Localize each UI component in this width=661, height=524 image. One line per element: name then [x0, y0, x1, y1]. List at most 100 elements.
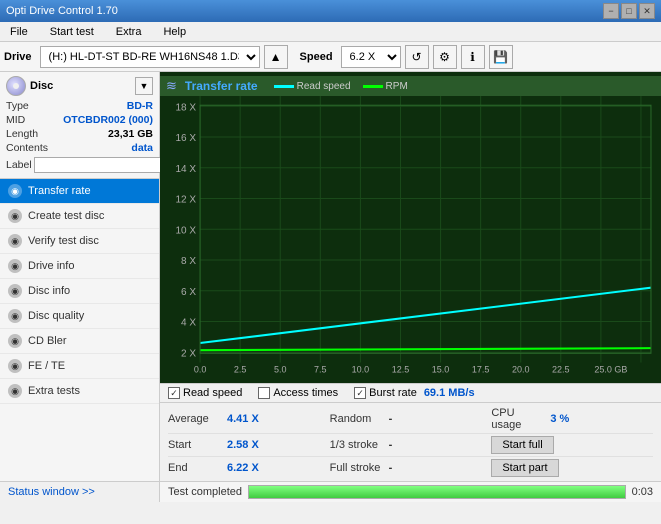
nav-disc-quality-label: Disc quality	[28, 310, 84, 322]
svg-text:2.5: 2.5	[234, 365, 247, 375]
legend-read-speed-color	[274, 85, 294, 88]
access-times-check-item: Access times	[258, 387, 338, 399]
menu-start-test[interactable]: Start test	[44, 24, 100, 40]
nav-extra-tests-label: Extra tests	[28, 385, 80, 397]
disc-contents-value: data	[131, 142, 153, 154]
app-title: Opti Drive Control 1.70	[6, 5, 118, 17]
access-times-checkbox[interactable]	[258, 387, 270, 399]
svg-text:15.0: 15.0	[432, 365, 450, 375]
chart-title: Transfer rate	[185, 79, 258, 93]
nav-create-test-disc[interactable]: ◉ Create test disc	[0, 204, 159, 229]
title-bar: Opti Drive Control 1.70 − □ ✕	[0, 0, 661, 22]
nav-drive-info-label: Drive info	[28, 260, 74, 272]
disc-length-value: 23,31 GB	[108, 128, 153, 140]
start-full-button[interactable]: Start full	[491, 436, 553, 454]
nav-create-test-label: Create test disc	[28, 210, 104, 222]
time-text: 0:03	[632, 486, 653, 498]
nav-disc-info[interactable]: ◉ Disc info	[0, 279, 159, 304]
disc-contents-label: Contents	[6, 142, 48, 154]
disc-mid-row: MID OTCBDR002 (000)	[6, 114, 153, 126]
legend-read-speed: Read speed	[274, 81, 351, 92]
close-button[interactable]: ✕	[639, 3, 655, 19]
menu-file[interactable]: File	[4, 24, 34, 40]
cpu-usage-col: CPU usage 3 %	[491, 407, 653, 431]
settings-button[interactable]: ⚙	[433, 45, 457, 69]
start-value: 2.58 X	[227, 439, 259, 451]
svg-text:25.0 GB: 25.0 GB	[594, 365, 627, 375]
stroke1-col: 1/3 stroke -	[330, 439, 492, 451]
disc-quality-icon: ◉	[8, 309, 22, 323]
nav-disc-quality[interactable]: ◉ Disc quality	[0, 304, 159, 329]
svg-text:20.0: 20.0	[512, 365, 530, 375]
nav-extra-tests[interactable]: ◉ Extra tests	[0, 379, 159, 404]
svg-text:4 X: 4 X	[181, 318, 196, 329]
sidebar: Disc ▼ Type BD-R MID OTCBDR002 (000) Len…	[0, 72, 160, 502]
refresh-button[interactable]: ↺	[405, 45, 429, 69]
drive-toolbar: Drive (H:) HL-DT-ST BD-RE WH16NS48 1.D3 …	[0, 42, 661, 72]
burst-rate-check-item: ✓ Burst rate 69.1 MB/s	[354, 387, 474, 399]
start-col: Start 2.58 X	[168, 439, 330, 451]
verify-test-icon: ◉	[8, 234, 22, 248]
disc-info-icon: ◉	[8, 284, 22, 298]
start-part-button[interactable]: Start part	[491, 459, 558, 477]
average-value: 4.41 X	[227, 413, 259, 425]
menu-bar: File Start test Extra Help	[0, 22, 661, 42]
legend-read-speed-label: Read speed	[297, 81, 351, 92]
chart-legend: Read speed RPM	[274, 81, 408, 92]
burst-rate-value: 69.1 MB/s	[424, 387, 475, 399]
nav-verify-test-disc[interactable]: ◉ Verify test disc	[0, 229, 159, 254]
end-col: End 6.22 X	[168, 462, 330, 474]
menu-extra[interactable]: Extra	[110, 24, 148, 40]
status-text: Test completed	[168, 486, 242, 498]
nav-fe-te[interactable]: ◉ FE / TE	[0, 354, 159, 379]
chart-header: ≋ Transfer rate Read speed RPM	[160, 76, 661, 96]
content-area: ≋ Transfer rate Read speed RPM	[160, 72, 661, 502]
read-speed-checkbox[interactable]: ✓	[168, 387, 180, 399]
nav-transfer-rate[interactable]: ◉ Transfer rate	[0, 179, 159, 204]
svg-text:7.5: 7.5	[314, 365, 327, 375]
nav-items: ◉ Transfer rate ◉ Create test disc ◉ Ver…	[0, 179, 159, 481]
svg-text:10 X: 10 X	[175, 225, 196, 236]
chart-container: ≋ Transfer rate Read speed RPM	[160, 72, 661, 383]
burst-rate-checkbox[interactable]: ✓	[354, 387, 366, 399]
end-value: 6.22 X	[227, 462, 259, 474]
disc-label-label: Label	[6, 159, 32, 171]
minimize-button[interactable]: −	[603, 3, 619, 19]
read-speed-check-label: Read speed	[183, 387, 242, 399]
read-speed-check-item: ✓ Read speed	[168, 387, 242, 399]
info-button[interactable]: ℹ	[461, 45, 485, 69]
svg-text:18 X: 18 X	[175, 102, 196, 113]
svg-text:2 X: 2 X	[181, 348, 196, 359]
disc-label-input[interactable]	[34, 157, 172, 173]
disc-length-row: Length 23,31 GB	[6, 128, 153, 140]
menu-help[interactable]: Help	[157, 24, 192, 40]
svg-text:12.5: 12.5	[392, 365, 410, 375]
drive-select[interactable]: (H:) HL-DT-ST BD-RE WH16NS48 1.D3	[40, 46, 260, 68]
nav-drive-info[interactable]: ◉ Drive info	[0, 254, 159, 279]
average-col: Average 4.41 X	[168, 413, 330, 425]
nav-verify-test-label: Verify test disc	[28, 235, 99, 247]
progress-bar-fill	[249, 486, 625, 498]
save-button[interactable]: 💾	[489, 45, 513, 69]
disc-type-value: BD-R	[127, 100, 153, 112]
nav-fe-te-label: FE / TE	[28, 360, 65, 372]
stats-row-1: Average 4.41 X Random - CPU usage 3 %	[168, 405, 653, 434]
cd-bler-icon: ◉	[8, 334, 22, 348]
chart-icon: ≋	[166, 78, 177, 94]
disc-options-button[interactable]: ▼	[135, 77, 153, 95]
fe-te-icon: ◉	[8, 359, 22, 373]
legend-rpm-color	[363, 85, 383, 88]
start-full-col: Start full	[491, 436, 653, 454]
status-window-button[interactable]: Status window >>	[0, 481, 159, 502]
svg-text:14 X: 14 X	[175, 164, 196, 175]
speed-select[interactable]: 6.2 X	[341, 46, 401, 68]
legend-rpm-label: RPM	[386, 81, 408, 92]
eject-button[interactable]: ▲	[264, 45, 288, 69]
maximize-button[interactable]: □	[621, 3, 637, 19]
start-label: Start	[168, 439, 223, 451]
nav-cd-bler[interactable]: ◉ CD Bler	[0, 329, 159, 354]
svg-text:22.5: 22.5	[552, 365, 570, 375]
stats-area: Average 4.41 X Random - CPU usage 3 %	[160, 403, 661, 481]
disc-mid-value: OTCBDR002 (000)	[63, 114, 153, 126]
end-label: End	[168, 462, 223, 474]
